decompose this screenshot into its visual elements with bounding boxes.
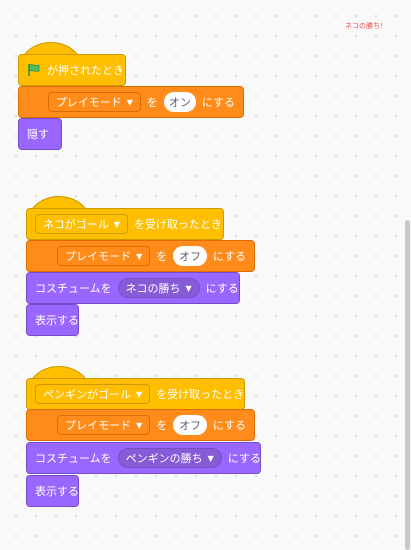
- costume-dropdown[interactable]: ネコの勝ち ▼: [117, 278, 200, 298]
- block-text: にする: [205, 282, 239, 295]
- code-canvas[interactable]: ネコの勝ち！ が押されたとき プレイモード ▼ を オン にする 隠す ネコがゴ…: [0, 0, 411, 550]
- dropdown-caret-icon: ▼: [136, 389, 143, 399]
- block-text: を: [156, 250, 168, 263]
- variable-name: プレイモード: [65, 419, 132, 432]
- set-variable-block[interactable]: プレイモード ▼ を オン にする: [18, 86, 244, 118]
- block-text: を: [146, 96, 158, 109]
- show-block[interactable]: 表示する: [26, 475, 79, 507]
- message-name: ペンギンがゴール: [43, 388, 131, 401]
- dropdown-caret-icon: ▼: [136, 251, 143, 261]
- message-dropdown[interactable]: ネコがゴール ▼: [35, 214, 128, 234]
- dropdown-caret-icon: ▼: [207, 453, 214, 463]
- dropdown-caret-icon: ▼: [185, 283, 192, 293]
- block-text: を受け取ったとき: [133, 218, 222, 231]
- block-text: にする: [201, 96, 235, 109]
- block-text: を: [156, 419, 168, 432]
- hide-block[interactable]: 隠す: [18, 118, 62, 150]
- variable-dropdown[interactable]: プレイモード ▼: [57, 415, 151, 435]
- costume-name: ペンギンの勝ち: [125, 452, 203, 465]
- costume-name: ネコの勝ち: [125, 282, 181, 295]
- value-input[interactable]: オン: [163, 92, 196, 112]
- variable-dropdown[interactable]: プレイモード ▼: [57, 246, 151, 266]
- value-input[interactable]: オフ: [173, 246, 207, 266]
- stage-variable-label: ネコの勝ち！: [345, 22, 387, 30]
- show-block[interactable]: 表示する: [26, 304, 79, 336]
- message-dropdown[interactable]: ペンギンがゴール ▼: [35, 384, 151, 404]
- variable-name: プレイモード: [55, 96, 122, 109]
- variable-name: プレイモード: [65, 250, 132, 263]
- when-i-receive-block[interactable]: ペンギンがゴール ▼ を受け取ったとき: [26, 366, 245, 410]
- scrollbar-thumb[interactable]: [405, 220, 410, 550]
- switch-costume-block[interactable]: コスチュームを ネコの勝ち ▼ にする: [26, 272, 240, 304]
- dropdown-caret-icon: ▼: [136, 420, 143, 430]
- block-text: コスチュームを: [35, 452, 112, 465]
- block-text: にする: [212, 419, 246, 432]
- switch-costume-block[interactable]: コスチュームを ペンギンの勝ち ▼ にする: [26, 442, 261, 474]
- block-text: を受け取ったとき: [156, 388, 245, 401]
- vertical-scrollbar[interactable]: [403, 0, 411, 550]
- when-flag-clicked-block[interactable]: が押されたとき: [18, 42, 126, 86]
- variable-dropdown[interactable]: プレイモード ▼: [47, 92, 141, 112]
- hat-label: が押されたとき: [47, 64, 124, 77]
- block-text: にする: [212, 250, 246, 263]
- costume-dropdown[interactable]: ペンギンの勝ち ▼: [117, 448, 222, 468]
- dropdown-caret-icon: ▼: [126, 97, 133, 107]
- block-text: 表示する: [35, 314, 79, 327]
- set-variable-block[interactable]: プレイモード ▼ を オフ にする: [26, 240, 255, 272]
- message-name: ネコがゴール: [43, 218, 109, 231]
- when-i-receive-block[interactable]: ネコがゴール ▼ を受け取ったとき: [26, 196, 224, 240]
- dropdown-caret-icon: ▼: [113, 219, 120, 229]
- block-text: 隠す: [27, 128, 49, 141]
- block-text: 表示する: [35, 485, 79, 498]
- green-flag-icon: [27, 63, 41, 77]
- value-input[interactable]: オフ: [173, 415, 207, 435]
- block-text: コスチュームを: [35, 282, 112, 295]
- set-variable-block[interactable]: プレイモード ▼ を オフ にする: [26, 409, 255, 441]
- block-text: にする: [227, 452, 261, 465]
